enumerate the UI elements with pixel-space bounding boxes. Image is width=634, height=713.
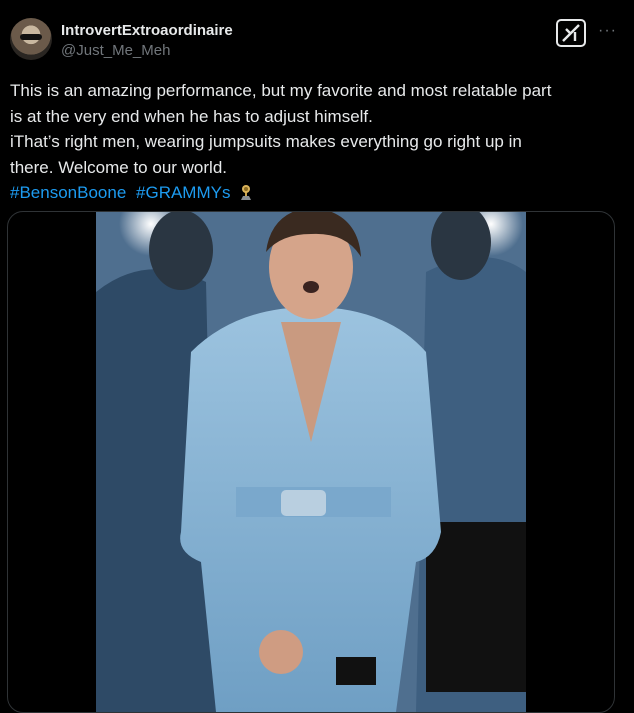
tweet-text-line: iThat’s right men, wearing jumpsuits mak…: [10, 132, 522, 151]
tweet-text-line: there. Welcome to our world.: [10, 157, 227, 177]
tweet-text-line: is at the very end when he has to adjust…: [10, 106, 373, 126]
grok-logo-icon[interactable]: [556, 19, 586, 47]
hashtag-link[interactable]: #BensonBoone: [10, 183, 126, 202]
author-handle[interactable]: @Just_Me_Meh: [61, 42, 170, 59]
performance-photo[interactable]: [96, 212, 526, 712]
tweet-media[interactable]: [7, 211, 615, 713]
tweet-text-line: This is an amazing performance, but my f…: [10, 81, 552, 100]
more-options-icon[interactable]: ···: [598, 22, 617, 40]
author-name[interactable]: IntrovertExtroaordinaire: [61, 22, 233, 39]
hashtag-link[interactable]: #GRAMMYs: [136, 183, 230, 202]
grammy-award-icon: [238, 183, 254, 209]
tweet-text: This is an amazing performance, but my f…: [10, 78, 622, 209]
avatar[interactable]: [10, 18, 52, 60]
